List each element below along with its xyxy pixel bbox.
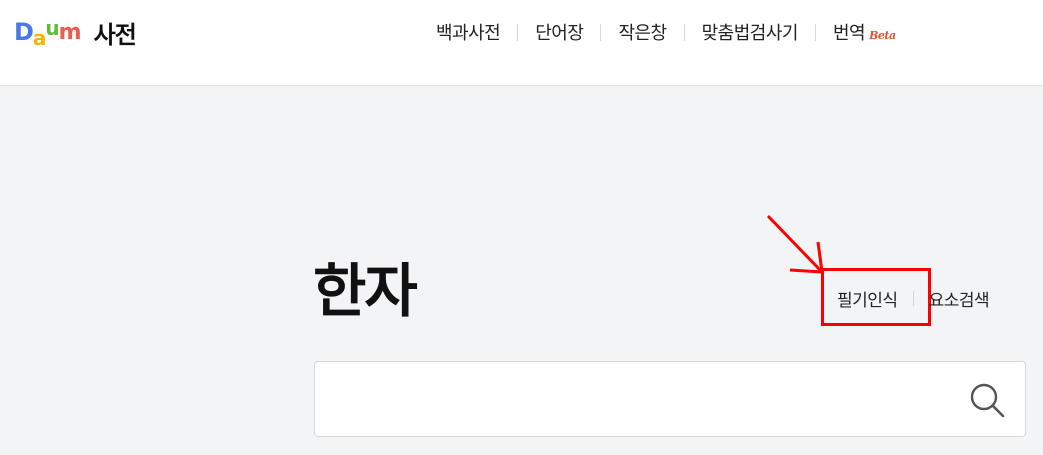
logo-letter-d: D [14, 18, 34, 46]
search-box [314, 361, 1026, 437]
tools-divider [912, 290, 914, 306]
daum-logo[interactable]: D a u m 사전 [14, 14, 137, 50]
component-search-link[interactable]: 요소검색 [929, 286, 990, 311]
nav-divider [600, 23, 602, 41]
search-input[interactable] [329, 374, 949, 424]
nav-translate[interactable]: 번역 Beta [833, 19, 896, 45]
nav-small-window[interactable]: 작은창 [618, 19, 667, 45]
nav-divider [814, 23, 816, 41]
logo-mark: D a u m [14, 16, 82, 48]
header: D a u m 사전 백과사전 단어장 작은창 맞춤법검사기 번역 Beta [0, 0, 1043, 86]
logo-letter-m: m [58, 20, 82, 45]
logo-letter-u: u [45, 16, 59, 40]
search-tools: 필기인식 요소검색 [837, 286, 990, 311]
nav-divider [683, 23, 685, 41]
page-title: 한자 [313, 257, 418, 325]
logo-title: 사전 [93, 20, 137, 49]
search-icon [970, 383, 1005, 418]
nav-divider [517, 23, 519, 41]
nav-spell-checker[interactable]: 맞춤법검사기 [702, 19, 799, 45]
handwriting-recognition-link[interactable]: 필기인식 [837, 286, 898, 311]
nav-translate-label: 번역 [832, 23, 866, 44]
beta-badge: Beta [869, 29, 896, 42]
nav-wordbook[interactable]: 단어장 [535, 19, 584, 45]
nav-encyclopedia[interactable]: 백과사전 [436, 19, 501, 45]
top-nav: 백과사전 단어장 작은창 맞춤법검사기 번역 Beta [436, 17, 896, 47]
search-button[interactable] [967, 380, 1007, 420]
logo-letter-a: a [32, 26, 46, 50]
